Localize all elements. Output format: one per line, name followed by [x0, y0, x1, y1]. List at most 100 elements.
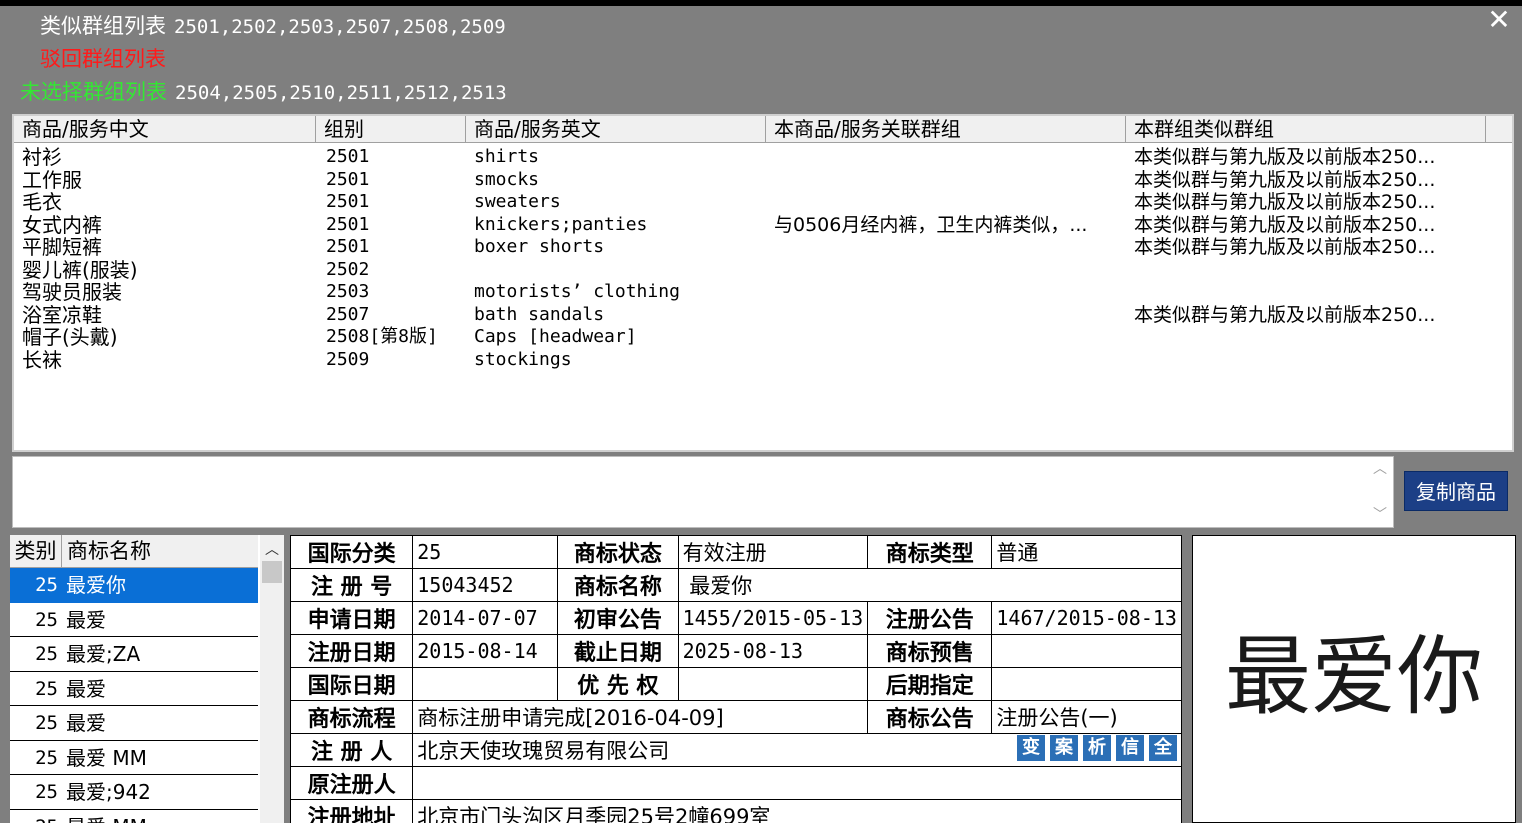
change-button[interactable]: 变	[1017, 735, 1045, 761]
reg-notice-value: 1467/2015-08-13	[991, 601, 1182, 635]
list-item[interactable]: 25 最爱你	[10, 568, 258, 603]
goods-table[interactable]: 商品/服务中文 组别 商品/服务英文 本商品/服务关联群组 本群组类似群组 衬衫…	[12, 114, 1514, 452]
list-item-name: 最爱	[66, 676, 106, 701]
list-item[interactable]: 25 最爱 MM	[10, 741, 258, 775]
analyze-button[interactable]: 析	[1083, 735, 1111, 761]
table-row[interactable]: 工作服 2501 smocks 本类似群与第九版及以前版本250...	[14, 168, 1512, 192]
cell-group: 2501	[326, 146, 370, 167]
cell-similar: 本类似群与第九版及以前版本250...	[1134, 303, 1436, 326]
close-icon[interactable]: ✕	[1485, 6, 1513, 34]
goods-text-area[interactable]: ︿ ﹀	[12, 456, 1394, 528]
trademark-list-body: 25最爱你25最爱25最爱;ZA25最爱25最爱25最爱 MM25最爱;9422…	[10, 568, 258, 823]
trademark-image-panel: 最爱你	[1192, 535, 1516, 823]
list-item-class: 25	[35, 677, 58, 700]
chevron-up-icon[interactable]: ︿	[260, 539, 284, 559]
list-item[interactable]: 25 最爱	[10, 672, 258, 706]
cell-cn: 衬衫	[22, 146, 62, 169]
table-row[interactable]: 毛衣 2501 sweaters 本类似群与第九版及以前版本250...	[14, 191, 1512, 214]
cell-cn: 长袜	[22, 348, 62, 371]
trademark-list[interactable]: 类别 商标名称 25 最爱你 25 最爱 25 最爱;ZA 25 最爱 25 最爱 25 最爱 MM 2…	[10, 535, 284, 823]
cell-en: knickers;panties	[474, 213, 648, 235]
cell-related	[774, 169, 1124, 192]
later-designation-value	[991, 667, 1182, 701]
similar-groups-value: 2501,2502,2503,2507,2508,2509	[174, 16, 506, 38]
list-item-name: 最爱;942	[66, 780, 151, 804]
presale-label: 商标预售	[867, 634, 993, 668]
notice-label: 商标公告	[867, 700, 993, 734]
cell-group: 2501	[326, 168, 370, 190]
unselected-groups-value: 2504,2505,2510,2511,2512,2513	[175, 82, 507, 104]
reg-date-label: 注册日期	[290, 634, 414, 668]
cell-en: motorists’ clothing	[474, 281, 680, 302]
col-header-en[interactable]: 商品/服务英文	[466, 116, 766, 142]
text-area-scrollbar[interactable]: ︿ ﹀	[1367, 457, 1393, 527]
list-scrollbar[interactable]: ︿	[260, 535, 284, 823]
cell-en: smocks	[474, 168, 540, 190]
cell-related: 与0506月经内裤，卫生内裤类似，...	[774, 213, 1088, 236]
table-row[interactable]: 衬衫 2501 shirts 本类似群与第九版及以前版本250...	[14, 146, 1512, 169]
expiry-label: 截止日期	[557, 634, 679, 668]
list-item-class: 25	[35, 574, 58, 596]
goods-table-body: 衬衫 2501 shirts 本类似群与第九版及以前版本250... 工作服 2501 sm…	[14, 146, 1512, 372]
table-row[interactable]: 驾驶员服装 2503 motorists’ clothing	[14, 281, 1512, 304]
prelim-label: 初审公告	[557, 601, 679, 635]
cell-similar	[1134, 326, 1512, 349]
all-button[interactable]: 全	[1149, 735, 1177, 761]
trademark-image-text: 最爱你	[1225, 627, 1483, 727]
table-row[interactable]: 长袜 2509 stockings	[14, 348, 1512, 372]
list-item[interactable]: 25 最爱	[10, 706, 258, 741]
list-item-name: 最爱你	[66, 573, 126, 597]
col-header-group[interactable]: 组别	[316, 116, 466, 142]
col-header-related[interactable]: 本商品/服务关联群组	[766, 116, 1126, 142]
table-row[interactable]: 女式内裤 2501 knickers;panties 与0506月经内裤，卫生内裤类似…	[14, 213, 1512, 237]
scrollbar-thumb[interactable]	[262, 561, 282, 583]
rejected-groups-line: 驳回群组列表	[40, 43, 166, 75]
list-item[interactable]: 25 最爱 MM	[10, 810, 258, 823]
expiry-value: 2025-08-13	[677, 634, 869, 668]
cell-group: 2502	[326, 258, 370, 280]
cell-related	[774, 259, 1124, 282]
table-row[interactable]: 平脚短裤 2501 boxer shorts 本类似群与第九版及以前版本250...	[14, 236, 1512, 259]
orig-registrant-value	[412, 766, 1182, 800]
table-row[interactable]: 帽子(头戴) 2508[第8版] Caps [headwear]	[14, 326, 1512, 349]
col-header-similar[interactable]: 本群组类似群组	[1126, 116, 1486, 142]
status-value: 有效注册	[677, 535, 869, 569]
trademark-list-header: 类别 商标名称	[10, 535, 258, 568]
col-header-filler	[1486, 116, 1512, 142]
case-button[interactable]: 案	[1050, 735, 1078, 761]
list-item[interactable]: 25 最爱	[10, 603, 258, 637]
cell-similar	[1134, 259, 1512, 282]
table-row[interactable]: 婴儿裤(服装) 2502	[14, 258, 1512, 282]
list-header-name[interactable]: 商标名称	[63, 535, 258, 567]
cell-group: 2501	[326, 191, 370, 212]
info-button[interactable]: 信	[1116, 735, 1144, 761]
cell-cn: 平脚短裤	[22, 236, 102, 259]
mark-name-value: 最爱你	[677, 568, 1182, 602]
cell-cn: 工作服	[22, 168, 82, 191]
reg-no-value: 15043452	[412, 568, 559, 602]
unselected-groups-line: 未选择群组列表 2504,2505,2510,2511,2512,2513	[20, 76, 507, 108]
app-date-label: 申请日期	[290, 601, 414, 635]
cell-group: 2501	[326, 213, 370, 235]
cell-similar: 本类似群与第九版及以前版本250...	[1134, 213, 1436, 236]
registrant-label: 注 册 人	[290, 733, 414, 767]
chevron-down-icon[interactable]: ﹀	[1367, 505, 1393, 525]
orig-registrant-label: 原注册人	[290, 766, 414, 800]
prelim-value: 1455/2015-05-13	[677, 601, 869, 635]
chevron-up-icon[interactable]: ︿	[1367, 459, 1393, 479]
copy-goods-button[interactable]: 复制商品	[1404, 471, 1508, 511]
address-value: 北京市门头沟区月季园25号2幢699室	[412, 799, 1182, 823]
later-designation-label: 后期指定	[867, 667, 993, 701]
cell-cn: 帽子(头戴)	[22, 326, 118, 349]
col-header-cn[interactable]: 商品/服务中文	[14, 116, 316, 142]
cell-related	[774, 191, 1124, 214]
cell-similar: 本类似群与第九版及以前版本250...	[1134, 146, 1436, 168]
list-header-class[interactable]: 类别	[10, 535, 62, 567]
rejected-groups-label: 驳回群组列表	[40, 47, 166, 71]
type-label: 商标类型	[867, 535, 993, 569]
list-item[interactable]: 25 最爱;942	[10, 775, 258, 810]
list-item[interactable]: 25 最爱;ZA	[10, 637, 258, 672]
priority-value	[677, 667, 869, 701]
table-row[interactable]: 浴室凉鞋 2507 bath sandals 本类似群与第九版及以前版本250...	[14, 303, 1512, 327]
cell-related	[774, 349, 1124, 372]
